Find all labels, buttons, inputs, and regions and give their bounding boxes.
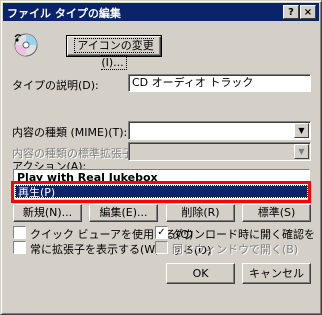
chevron-down-icon[interactable]: ▼ xyxy=(294,123,309,138)
always-show-extension-checkbox[interactable] xyxy=(13,241,26,254)
description-input[interactable]: CD オーディオ トラック xyxy=(128,74,311,92)
cd-audio-icon xyxy=(12,31,40,59)
help-button[interactable]: ? xyxy=(283,5,299,19)
always-show-extension-label: 常に拡張子を表示する(W) xyxy=(30,243,160,256)
quick-view-label: クイック ビューアを使用する(Q) xyxy=(30,228,194,241)
edit-button[interactable]: 編集(E)... xyxy=(89,204,158,222)
close-button[interactable]: × xyxy=(300,5,316,19)
set-default-button[interactable]: 標準(S) xyxy=(242,204,311,222)
remove-button[interactable]: 削除(R) xyxy=(166,204,235,222)
cancel-button[interactable]: キャンセル xyxy=(242,263,311,284)
confirm-open-checkbox[interactable]: ✓ xyxy=(155,226,168,239)
ok-button[interactable]: OK xyxy=(166,263,235,284)
quick-view-checkbox[interactable] xyxy=(13,226,26,239)
default-extension-select: ▼ xyxy=(128,142,311,161)
description-label: タイプの説明(D): xyxy=(12,79,99,92)
dialog-title: ファイル タイプの編集 xyxy=(7,7,121,20)
new-button[interactable]: 新規(N)... xyxy=(13,204,82,222)
content-type-select[interactable]: ▼ xyxy=(128,121,311,140)
content-type-label: 内容の種類 (MIME)(T): xyxy=(12,126,128,139)
change-icon-label: アイコンの変更(I)... xyxy=(74,38,154,70)
browse-same-window-checkbox xyxy=(155,241,168,254)
chevron-down-icon: ▼ xyxy=(294,144,309,159)
title-bar[interactable]: ファイル タイプの編集 ? × xyxy=(3,3,319,21)
change-icon-button[interactable]: アイコンの変更(I)... xyxy=(66,35,162,70)
highlight-box xyxy=(11,181,311,203)
browse-same-window-label: 同じウィンドウで開く(B) xyxy=(172,243,299,256)
edit-file-type-dialog: ファイル タイプの編集 ? × アイコンの変更(I)... タイプの説明(D):… xyxy=(0,0,322,315)
